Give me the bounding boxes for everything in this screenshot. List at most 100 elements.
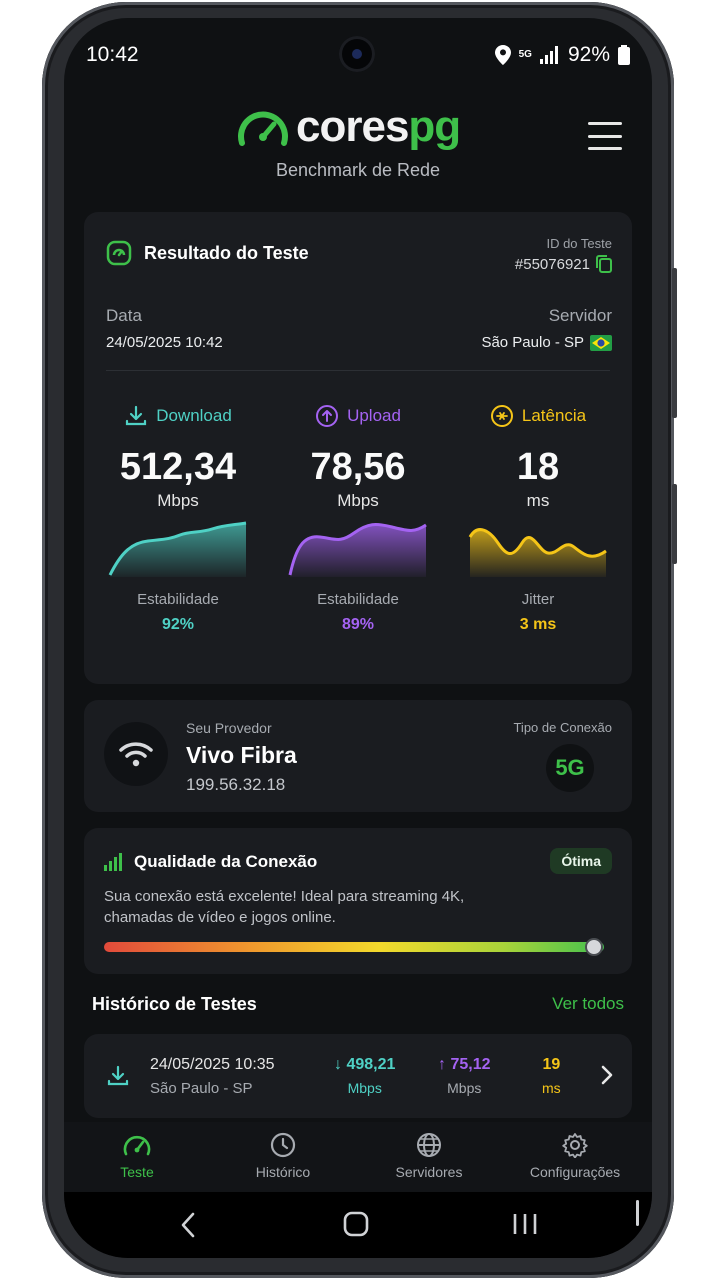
divider (106, 370, 610, 371)
jitter-value: 3 ms (519, 616, 557, 633)
upload-label: Upload (347, 406, 401, 425)
logo-text-cores: cores (296, 102, 409, 151)
nav-label-teste: Teste (120, 1164, 154, 1180)
history-download: ↓ 498,21 Mbps (334, 1056, 396, 1096)
recent-apps-icon[interactable] (512, 1212, 538, 1236)
nav-tab-teste[interactable]: Teste (72, 1132, 202, 1180)
screen: 10:42 5G 92% corespg Benchmark de Rede R… (64, 18, 652, 1258)
wifi-icon (119, 742, 153, 767)
app-subtitle: Benchmark de Rede (275, 160, 441, 180)
menu-button[interactable] (588, 122, 622, 150)
download-stability-value: 92% (161, 616, 195, 633)
signal-bars-icon (104, 853, 122, 871)
nav-tab-historico[interactable]: Histórico (218, 1132, 348, 1180)
date-label: Data (106, 306, 142, 325)
provider-name: Vivo Fibra (186, 742, 297, 768)
quality-description: Sua conexão está excelente! Ideal para s… (104, 888, 465, 926)
view-all-link[interactable]: Ver todos (552, 994, 624, 1014)
test-id-label: ID do Teste (546, 236, 612, 251)
provider-label: Seu Provedor (186, 720, 272, 736)
latency-label: Latência (521, 406, 587, 425)
upload-value: 78,56 (310, 446, 406, 488)
jitter-label: Jitter (521, 591, 555, 608)
latency-metric: Latência 18 ms Jitter 3 ms (450, 404, 626, 634)
copy-icon[interactable] (596, 255, 612, 273)
server-value: São Paulo - SP (481, 334, 584, 351)
history-title: Histórico de Testes (92, 994, 257, 1014)
provider-card: Seu Provedor Vivo Fibra 199.56.32.18 Tip… (84, 700, 632, 812)
connection-quality-card: Qualidade da Conexão Ótima Sua conexão e… (84, 828, 632, 974)
download-stability-label: Estabilidade (137, 591, 219, 608)
globe-icon (417, 1133, 441, 1157)
location-icon (494, 45, 511, 65)
brazil-flag-icon (590, 334, 612, 351)
power-button (672, 484, 677, 564)
history-latency-unit: ms (542, 1080, 561, 1096)
upload-stability-label: Estabilidade (317, 591, 399, 608)
download-value: 512,34 (119, 446, 237, 488)
quality-bar (104, 938, 604, 956)
nav-tab-servidores[interactable]: Servidores (364, 1132, 494, 1180)
latency-icon (490, 405, 513, 427)
battery-percent: 92% (567, 43, 610, 66)
volume-button (672, 268, 677, 418)
status-bar: 10:42 5G 92% (86, 40, 630, 70)
logo-text-pg: pg (408, 102, 461, 151)
jitter-chart (468, 528, 607, 577)
download-stability-chart (108, 521, 247, 577)
history-location: São Paulo - SP (150, 1080, 253, 1097)
clock-icon (270, 1132, 296, 1158)
latency-value: 18 (516, 446, 560, 488)
gear-icon (562, 1133, 588, 1158)
connection-type-badge: 5G (546, 744, 594, 792)
upload-unit: Mbps (337, 491, 379, 510)
download-icon (107, 1065, 129, 1086)
network-type: 5G (518, 49, 532, 60)
download-label: Download (156, 406, 232, 425)
history-item[interactable]: 24/05/2025 10:35 São Paulo - SP ↓ 498,21… (84, 1034, 632, 1118)
history-latency: 19 ms (542, 1056, 561, 1096)
history-upload: ↑ 75,12 Mbps (438, 1056, 491, 1096)
history-upload-unit: Mbps (447, 1080, 482, 1096)
speedometer-icon (123, 1135, 151, 1156)
nav-label-servidores: Servidores (395, 1164, 463, 1180)
chevron-right-icon (601, 1065, 613, 1085)
battery-icon (618, 45, 630, 65)
history-download-unit: Mbps (347, 1080, 382, 1096)
history-latency-value: 19 (542, 1056, 561, 1073)
latency-unit: ms (526, 491, 550, 510)
quality-title: Qualidade da Conexão (134, 852, 318, 871)
history-upload-value: 75,12 (450, 1056, 491, 1073)
connection-type-label: Tipo de Conexão (513, 720, 612, 735)
nav-tab-configuracoes[interactable]: Configurações (510, 1132, 640, 1180)
back-icon[interactable] (180, 1212, 196, 1238)
status-time: 10:42 (86, 43, 139, 66)
upload-stability-value: 89% (341, 616, 375, 633)
quality-indicator (585, 938, 603, 956)
connection-type-value: 5G (555, 755, 585, 780)
nav-label-configuracoes: Configurações (529, 1164, 621, 1180)
test-id-value: #55076921 (514, 255, 590, 273)
result-title: Resultado do Teste (144, 242, 309, 263)
download-metric: Download 512,34 Mbps Estabilidade 92% (90, 404, 266, 634)
date-value: 24/05/2025 10:42 (106, 334, 223, 351)
signal-icon (539, 46, 558, 64)
upload-icon (316, 405, 339, 427)
upload-stability-chart (288, 523, 427, 577)
system-navigation-bar (64, 1192, 652, 1258)
home-icon[interactable] (343, 1211, 369, 1237)
history-download-value: 498,21 (346, 1056, 396, 1073)
upload-metric: Upload 78,56 Mbps Estabilidade 89% (270, 404, 446, 634)
download-icon (126, 405, 147, 426)
server-label: Servidor (548, 306, 612, 325)
download-unit: Mbps (157, 491, 199, 510)
provider-ip: 199.56.32.18 (186, 775, 286, 794)
history-date: 24/05/2025 10:35 (150, 1056, 275, 1073)
result-icon (106, 240, 132, 266)
test-result-card: Resultado do Teste ID do Teste #55076921… (84, 212, 632, 684)
bottom-navigation: Teste Histórico Servidores Configurações (64, 1122, 652, 1192)
speedometer-logo-icon (238, 111, 288, 146)
quality-badge: Ótima (550, 848, 612, 874)
app-logo: corespg (236, 102, 461, 152)
scroll-indicator (636, 1200, 639, 1226)
